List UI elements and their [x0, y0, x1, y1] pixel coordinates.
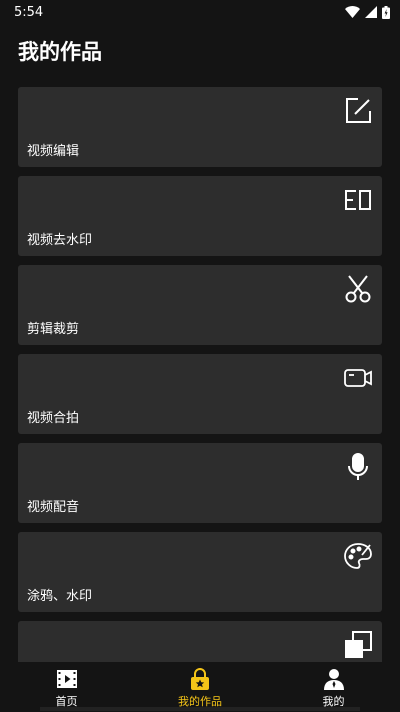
nav-my-works[interactable]: 我的作品	[134, 662, 267, 712]
card-label: 剪辑裁剪	[27, 322, 80, 337]
gesture-bar	[40, 707, 360, 711]
watermark-remove-icon	[345, 190, 371, 210]
card-label: 视频合拍	[27, 411, 80, 426]
card-more[interactable]	[18, 621, 382, 662]
card-label: 涂鸦、水印	[27, 589, 93, 604]
card-label: 视频编辑	[27, 144, 80, 159]
card-remove-watermark[interactable]: 视频去水印	[18, 176, 382, 256]
card-video-dub[interactable]: 视频配音	[18, 443, 382, 523]
nav-home[interactable]: 首页	[0, 662, 133, 712]
card-doodle-watermark[interactable]: 涂鸦、水印	[18, 532, 382, 612]
signal-icon	[365, 6, 377, 18]
film-icon	[56, 670, 77, 688]
bottom-nav: 首页 我的作品 我的	[0, 662, 400, 712]
card-video-duet[interactable]: 视频合拍	[18, 354, 382, 434]
nav-me[interactable]: 我的	[267, 662, 400, 712]
card-label: 视频去水印	[27, 233, 93, 248]
wifi-icon	[345, 6, 360, 18]
battery-icon	[382, 5, 390, 19]
status-bar: 5:54	[0, 0, 400, 24]
works-list: 视频编辑 视频去水印 剪辑裁剪 视频合拍 视频配音 涂鸦、水印	[18, 87, 382, 662]
card-video-edit[interactable]: 视频编辑	[18, 87, 382, 167]
person-icon	[323, 669, 344, 690]
scissors-icon	[345, 275, 371, 303]
page-title: 我的作品	[18, 40, 102, 64]
edit-icon	[346, 98, 371, 123]
video-camera-icon	[344, 369, 372, 387]
microphone-icon	[348, 453, 368, 480]
palette-icon	[344, 543, 372, 569]
status-time: 5:54	[14, 4, 44, 20]
status-icons	[345, 5, 390, 19]
card-label: 视频配音	[27, 500, 80, 515]
card-clip-crop[interactable]: 剪辑裁剪	[18, 265, 382, 345]
lock-star-icon	[191, 668, 209, 690]
copy-icon	[345, 631, 372, 658]
